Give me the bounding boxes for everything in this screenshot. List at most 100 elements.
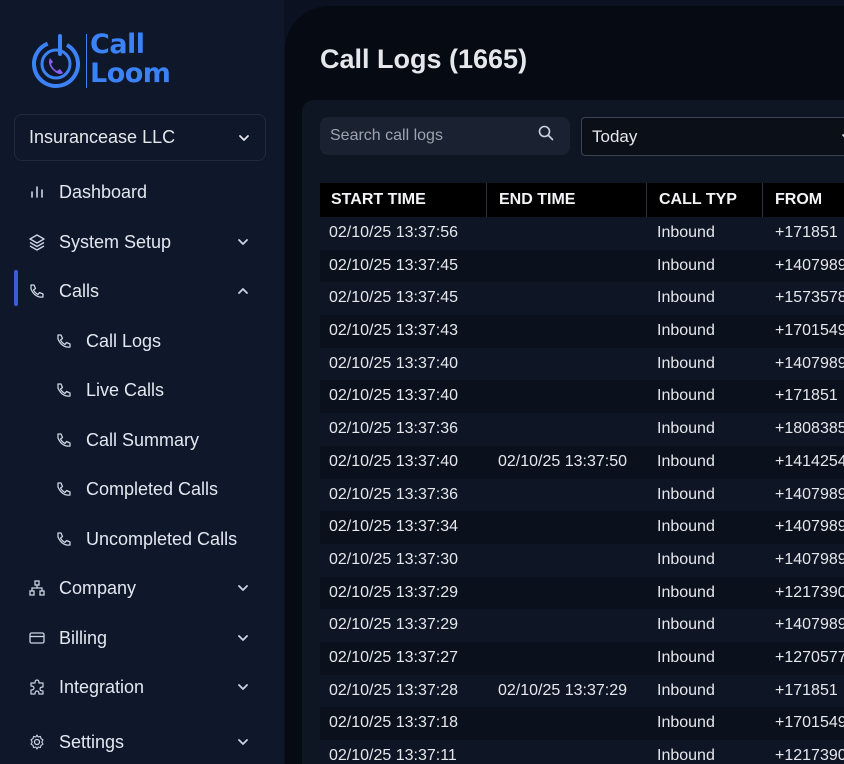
table-row[interactable]: 02/10/25 13:37:30 Inbound +1407989 xyxy=(320,543,844,577)
cell-from: +1270577 xyxy=(775,648,844,666)
sidebar-item-label: Company xyxy=(59,577,137,598)
column-header-from[interactable]: FROM xyxy=(775,183,822,217)
cell-from: +1407989 xyxy=(775,485,844,503)
phone-logo-icon xyxy=(31,34,80,88)
sidebar-item-integration[interactable]: Integration xyxy=(0,667,284,707)
sidebar-item-billing[interactable]: Billing xyxy=(0,618,284,658)
cell-end-time xyxy=(498,413,648,446)
cell-from: +171851 xyxy=(775,387,838,405)
cell-from: +1407989 xyxy=(775,518,844,536)
phone-icon xyxy=(57,383,71,397)
table-row[interactable]: 02/10/25 13:37:40 Inbound +1407989 xyxy=(320,347,844,381)
table-row[interactable]: 02/10/25 13:37:56 Inbound +171851 xyxy=(320,217,844,250)
cell-end-time xyxy=(498,642,648,675)
cell-from: +1407989 xyxy=(775,550,844,568)
column-header-call-type[interactable]: CALL TYP xyxy=(659,183,737,217)
cell-from: +1701549 xyxy=(775,322,844,340)
phone-icon xyxy=(30,284,44,298)
table-row[interactable]: 02/10/25 13:37:29 Inbound +1217390 xyxy=(320,576,844,610)
sidebar-item-label: Dashboard xyxy=(59,181,148,202)
sidebar-subitem-call-summary[interactable]: Call Summary xyxy=(0,420,284,460)
cell-call-type: Inbound xyxy=(657,322,715,340)
cell-start-time: 02/10/25 13:37:29 xyxy=(329,583,459,601)
gear-icon xyxy=(30,734,44,750)
cell-call-type: Inbound xyxy=(657,387,715,405)
organization-select[interactable]: Insurancease LLC xyxy=(14,114,266,161)
cell-end-time xyxy=(498,380,648,413)
cell-from: +1701549 xyxy=(775,714,844,732)
cell-start-time: 02/10/25 13:37:29 xyxy=(329,616,459,634)
cell-start-time: 02/10/25 13:37:28 xyxy=(329,681,459,699)
cell-start-time: 02/10/25 13:37:43 xyxy=(329,322,459,340)
sidebar-subitem-live-calls[interactable]: Live Calls xyxy=(0,370,284,410)
chevron-down-icon xyxy=(238,635,248,641)
table-row[interactable]: 02/10/25 13:37:45 Inbound +1407989 xyxy=(320,249,844,283)
sidebar-subitem-uncompleted-calls[interactable]: Uncompleted Calls xyxy=(0,519,284,559)
cell-call-type: Inbound xyxy=(657,420,715,438)
column-header-end-time[interactable]: END TIME xyxy=(499,183,575,217)
bar-chart-icon xyxy=(31,186,43,198)
table-header: START TIME END TIME CALL TYP FROM xyxy=(320,183,844,217)
call-logs-table: START TIME END TIME CALL TYP FROM 02/10/… xyxy=(320,183,844,764)
cell-from: +1407989 xyxy=(775,616,844,634)
search-input[interactable] xyxy=(330,127,530,145)
column-header-start-time[interactable]: START TIME xyxy=(331,183,426,217)
sidebar-item-system-setup[interactable]: System Setup xyxy=(0,222,284,262)
sidebar-subitem-call-logs[interactable]: Call Logs xyxy=(0,321,284,361)
chevron-up-icon xyxy=(238,288,248,294)
table-row[interactable]: 02/10/25 13:37:11 Inbound +1217390 xyxy=(320,740,844,764)
cell-call-type: Inbound xyxy=(657,550,715,568)
cell-call-type: Inbound xyxy=(657,648,715,666)
cell-end-time xyxy=(498,609,648,642)
cell-end-time xyxy=(498,740,648,764)
table-row[interactable]: 02/10/25 13:37:36 Inbound +1407989 xyxy=(320,478,844,512)
sidebar-subitem-completed-calls[interactable]: Completed Calls xyxy=(0,469,284,509)
table-row[interactable]: 02/10/25 13:37:28 02/10/25 13:37:29 Inboun… xyxy=(320,674,844,708)
cell-end-time xyxy=(498,511,648,544)
brand-line-1: Call xyxy=(90,29,145,60)
table-row[interactable]: 02/10/25 13:37:18 Inbound +1701549 xyxy=(320,707,844,740)
table-row[interactable]: 02/10/25 13:37:40 Inbound +171851 xyxy=(320,380,844,414)
chevron-down-icon xyxy=(238,239,248,245)
phone-icon xyxy=(57,433,71,447)
table-body: 02/10/25 13:37:56 Inbound +171851 02/10/25 … xyxy=(320,217,844,764)
cell-end-time xyxy=(498,707,648,740)
cell-start-time: 02/10/25 13:37:27 xyxy=(329,648,459,666)
table-row[interactable]: 02/10/25 13:37:43 Inbound +1701549 xyxy=(320,315,844,348)
sidebar-item-dashboard[interactable]: Dashboard xyxy=(0,172,284,212)
cell-from: +171851 xyxy=(775,681,838,699)
chevron-down-icon xyxy=(239,134,249,141)
cell-end-time xyxy=(498,217,648,250)
cell-call-type: Inbound xyxy=(657,518,715,536)
cell-from: +1217390 xyxy=(775,583,844,601)
table-row[interactable]: 02/10/25 13:37:45 Inbound +1573578 xyxy=(320,282,844,316)
search-icon[interactable] xyxy=(537,124,555,142)
sidebar-item-label: Completed Calls xyxy=(86,478,219,499)
table-row[interactable]: 02/10/25 13:37:27 Inbound +1270577 xyxy=(320,641,844,675)
sidebar-item-label: Uncompleted Calls xyxy=(86,528,238,549)
table-row[interactable]: 02/10/25 13:37:34 Inbound +1407989 xyxy=(320,511,844,544)
sidebar: Call Loom Insurancease LLC Dashboard Sys… xyxy=(0,0,284,764)
date-range-select[interactable]: Today xyxy=(581,117,844,156)
cell-end-time xyxy=(498,577,648,610)
cell-start-time: 02/10/25 13:37:36 xyxy=(329,420,459,438)
puzzle-icon xyxy=(30,679,44,695)
cell-from: +1414254 xyxy=(775,452,844,470)
cell-from: +1407989 xyxy=(775,256,844,274)
sidebar-item-label: System Setup xyxy=(59,231,172,252)
table-row[interactable]: 02/10/25 13:37:40 02/10/25 13:37:50 Inboun… xyxy=(320,445,844,479)
table-row[interactable]: 02/10/25 13:37:36 Inbound +1808385 xyxy=(320,413,844,446)
cell-start-time: 02/10/25 13:37:45 xyxy=(329,256,459,274)
column-divider xyxy=(646,183,647,217)
sidebar-item-company[interactable]: Company xyxy=(0,568,284,608)
sidebar-item-settings[interactable]: Settings xyxy=(0,722,284,762)
sidebar-item-calls[interactable]: Calls xyxy=(0,271,284,311)
sidebar-item-label: Calls xyxy=(59,280,100,301)
cell-start-time: 02/10/25 13:37:30 xyxy=(329,550,459,568)
organization-select-value: Insurancease LLC xyxy=(29,127,176,147)
table-row[interactable]: 02/10/25 13:37:29 Inbound +1407989 xyxy=(320,609,844,642)
cell-end-time: 02/10/25 13:37:29 xyxy=(498,681,628,699)
cell-end-time xyxy=(498,315,648,348)
search-box[interactable] xyxy=(320,117,570,155)
cell-end-time xyxy=(498,348,648,381)
